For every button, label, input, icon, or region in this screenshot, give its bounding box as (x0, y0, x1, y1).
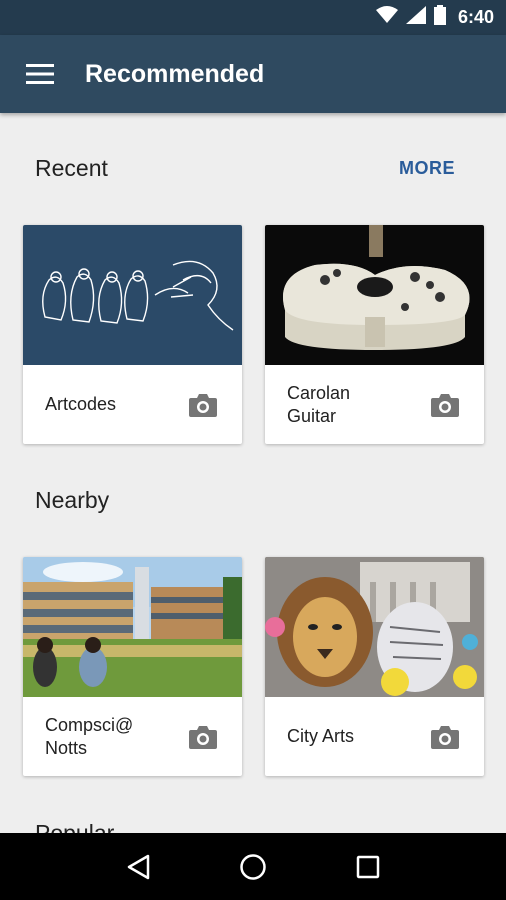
navigation-bar (0, 833, 506, 900)
more-button[interactable]: MORE (399, 158, 455, 179)
signal-icon (405, 6, 426, 29)
card-label: Compsci@ Notts (45, 714, 134, 758)
menu-button[interactable] (20, 54, 60, 94)
card-carolan-guitar[interactable]: Carolan Guitar (265, 225, 484, 444)
nearby-section-header: Nearby (35, 487, 455, 514)
card-image-lion (265, 557, 484, 697)
card-city-arts[interactable]: City Arts (265, 557, 484, 776)
section-title-popular: Popular (35, 820, 115, 833)
recents-button[interactable] (348, 847, 388, 887)
camera-icon (189, 393, 217, 417)
app-bar: Recommended (0, 35, 506, 113)
camera-button[interactable] (188, 392, 218, 418)
card-compsci-notts[interactable]: Compsci@ Notts (23, 557, 242, 776)
menu-icon (26, 64, 54, 84)
home-button[interactable] (233, 847, 273, 887)
card-label: Carolan Guitar (287, 382, 351, 426)
card-label: City Arts (287, 726, 355, 746)
card-image-guitar (265, 225, 484, 365)
card-footer: Carolan Guitar (265, 365, 484, 444)
camera-icon (431, 393, 459, 417)
camera-button[interactable] (430, 392, 460, 418)
camera-button[interactable] (430, 724, 460, 750)
section-title-nearby: Nearby (35, 487, 110, 513)
status-time: 6:40 (457, 7, 494, 27)
recents-icon (357, 855, 380, 878)
wifi-icon (375, 6, 398, 29)
card-footer: Compsci@ Notts (23, 697, 242, 776)
main-content[interactable]: Recent MORE Artcodes Carolan Guitar Near… (0, 113, 506, 833)
card-label: Artcodes (45, 394, 117, 414)
card-footer: Artcodes (23, 365, 242, 444)
card-image-campus (23, 557, 242, 697)
camera-icon (431, 725, 459, 749)
battery-icon (433, 5, 446, 30)
status-bar: 6:40 (0, 0, 506, 35)
camera-icon (189, 725, 217, 749)
card-image-penguins (23, 225, 242, 365)
recent-section-header: Recent MORE (35, 155, 455, 182)
popular-section-header: Popular (35, 820, 455, 833)
home-icon (240, 853, 266, 880)
card-footer: City Arts (265, 697, 484, 776)
back-icon (127, 854, 149, 879)
page-title: Recommended (85, 59, 265, 88)
back-button[interactable] (118, 847, 158, 887)
section-title-recent: Recent (35, 155, 108, 181)
card-artcodes[interactable]: Artcodes (23, 225, 242, 444)
camera-button[interactable] (188, 724, 218, 750)
